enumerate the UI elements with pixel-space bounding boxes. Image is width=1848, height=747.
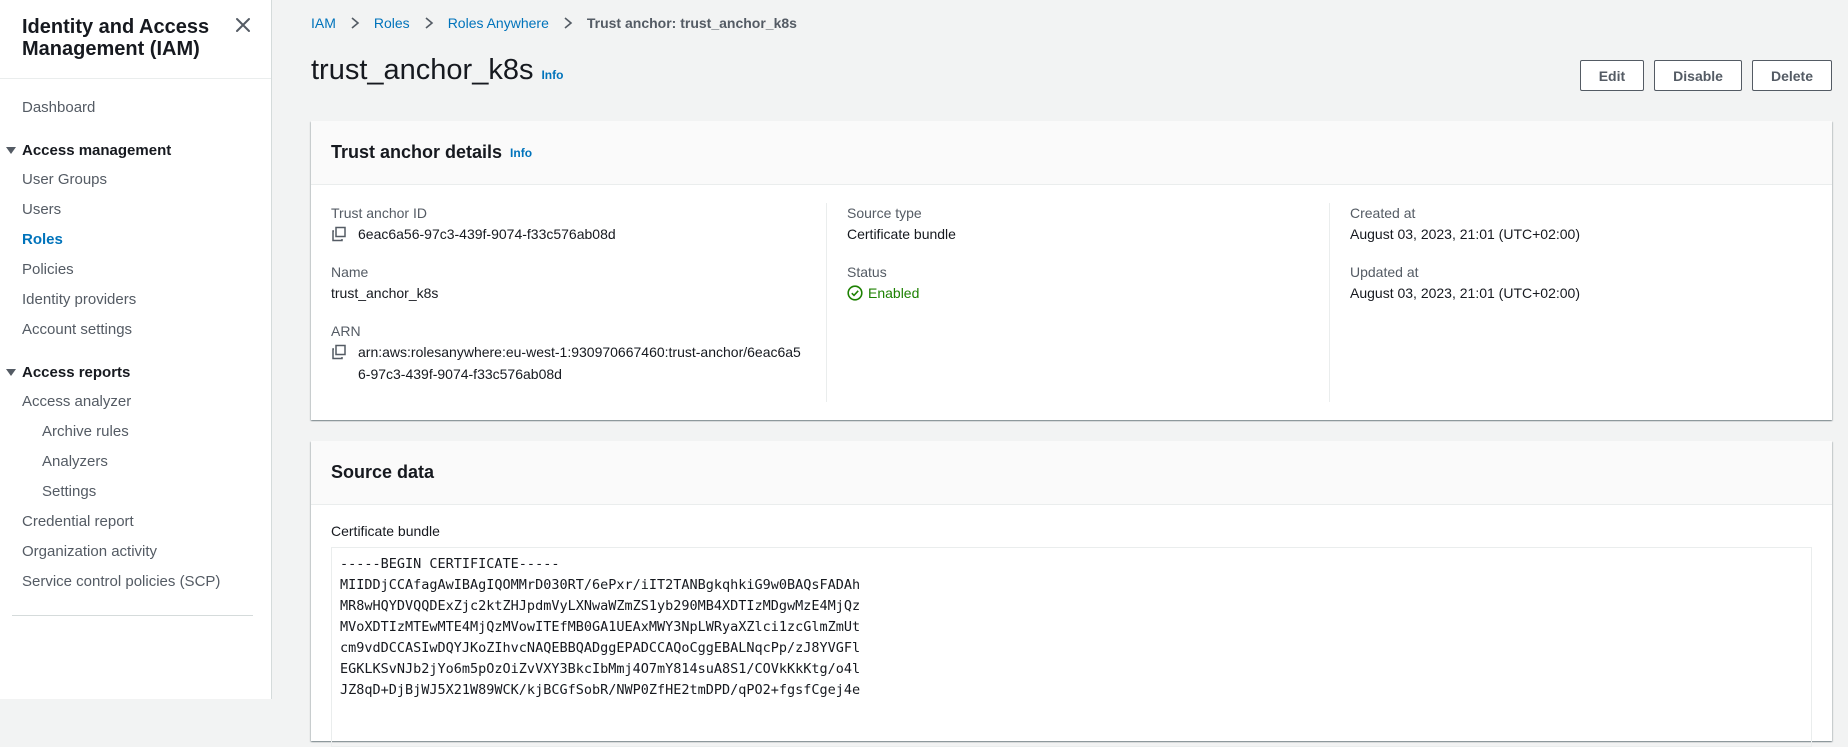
details-column-3: Created at August 03, 2023, 21:01 (UTC+0… xyxy=(1329,203,1832,402)
field-value-row: 6eac6a56-97c3-439f-9074-f33c576ab08d xyxy=(331,223,806,245)
panel-title: Trust anchor details xyxy=(331,142,503,162)
sidebar-nav: Dashboard Access management User Groups … xyxy=(0,79,271,616)
copy-icon[interactable] xyxy=(331,226,347,242)
field-label: Name xyxy=(331,264,369,280)
details-column-1: Trust anchor ID 6eac6a56-97c3-439f-9074-… xyxy=(311,203,826,402)
page-actions: Edit Disable Delete xyxy=(1579,60,1832,91)
chevron-right-icon xyxy=(425,17,433,29)
close-icon[interactable] xyxy=(233,15,253,35)
status-indicator: Enabled xyxy=(847,282,1309,304)
breadcrumb-current: Trust anchor: trust_anchor_k8s xyxy=(586,15,797,31)
panel-header: Source data xyxy=(311,441,1832,505)
chevron-right-icon xyxy=(564,17,573,29)
name-value: trust_anchor_k8s xyxy=(331,285,439,301)
details-column-2: Source type Certificate bundle Status En… xyxy=(826,203,1329,402)
page-title: trust_anchor_k8s xyxy=(311,54,534,86)
breadcrumb-roles[interactable]: Roles xyxy=(374,15,410,31)
trust-anchor-id-field: Trust anchor ID 6eac6a56-97c3-439f-9074-… xyxy=(331,203,806,245)
updated-at-value: August 03, 2023, 21:01 (UTC+02:00) xyxy=(1350,285,1580,301)
name-field: Name trust_anchor_k8s xyxy=(331,262,806,304)
sidebar-divider xyxy=(12,615,253,616)
breadcrumb-roles-anywhere[interactable]: Roles Anywhere xyxy=(448,15,549,31)
sidebar-item-settings[interactable]: Settings xyxy=(0,477,271,507)
source-type-field: Source type Certificate bundle xyxy=(847,203,1309,245)
field-label: Trust anchor ID xyxy=(331,205,427,221)
sidebar-item-archive-rules[interactable]: Archive rules xyxy=(0,417,271,447)
sidebar-section-label: Access reports xyxy=(22,363,131,381)
field-label: Source type xyxy=(847,205,922,221)
details-info-link[interactable]: Info xyxy=(510,146,532,160)
sidebar: Identity and Access Management (IAM) Das… xyxy=(0,0,272,699)
check-circle-icon xyxy=(847,285,863,301)
chevron-right-icon xyxy=(351,17,360,29)
delete-button[interactable]: Delete xyxy=(1751,60,1832,91)
sidebar-item-account-settings[interactable]: Account settings xyxy=(0,315,271,345)
certificate-line: MR8wHQYDVQQDExZjc2ktZHJpdmVyLXNwaWZmZS1y… xyxy=(340,598,861,614)
sidebar-item-identity-providers[interactable]: Identity providers xyxy=(0,285,271,315)
sidebar-section-access-management[interactable]: Access management xyxy=(0,135,271,165)
certificate-line: -----BEGIN CERTIFICATE----- xyxy=(340,556,560,572)
edit-button[interactable]: Edit xyxy=(1579,60,1645,91)
field-value-row: arn:aws:rolesanywhere:eu-west-1:93097066… xyxy=(331,341,806,385)
main-content: IAM Roles Roles Anywhere Trust anchor: t… xyxy=(273,0,1848,747)
sidebar-section-access-reports[interactable]: Access reports xyxy=(0,357,271,387)
sidebar-item-users[interactable]: Users xyxy=(0,195,271,225)
source-data-panel: Source data Certificate bundle -----BEGI… xyxy=(311,441,1832,747)
sidebar-header: Identity and Access Management (IAM) xyxy=(0,0,271,79)
arn-field: ARN arn:aws:rolesanywhere:eu-west-1:9309… xyxy=(331,321,806,385)
sidebar-item-credential-report[interactable]: Credential report xyxy=(0,507,271,537)
updated-at-field: Updated at August 03, 2023, 21:01 (UTC+0… xyxy=(1350,262,1812,304)
sidebar-item-access-analyzer[interactable]: Access analyzer xyxy=(0,387,271,417)
field-label: Status xyxy=(847,264,887,280)
certificate-line: JZ8qD+DjBjWJ5X21W89WCK/kjBCGfSobR/NWP0Zf… xyxy=(340,682,861,698)
sidebar-item-user-groups[interactable]: User Groups xyxy=(0,165,271,195)
field-label: ARN xyxy=(331,323,361,339)
breadcrumb-iam[interactable]: IAM xyxy=(311,15,336,31)
sidebar-item-scp[interactable]: Service control policies (SCP) xyxy=(0,567,271,597)
sidebar-section-label: Access management xyxy=(22,141,172,159)
field-label: Updated at xyxy=(1350,264,1419,280)
sidebar-item-policies[interactable]: Policies xyxy=(0,255,271,285)
status-value: Enabled xyxy=(868,285,920,301)
created-at-field: Created at August 03, 2023, 21:01 (UTC+0… xyxy=(1350,203,1812,245)
caret-down-icon xyxy=(6,147,16,154)
trust-anchor-details-panel: Trust anchor details Info Trust anchor I… xyxy=(311,121,1832,420)
page-header: trust_anchor_k8s Info xyxy=(311,54,563,87)
sidebar-item-organization-activity[interactable]: Organization activity xyxy=(0,537,271,567)
details-columns: Trust anchor ID 6eac6a56-97c3-439f-9074-… xyxy=(311,185,1832,402)
certificate-bundle-label: Certificate bundle xyxy=(331,523,440,539)
certificate-bundle-textarea[interactable]: -----BEGIN CERTIFICATE----- MIIDDjCCAfag… xyxy=(331,547,1812,747)
source-type-value: Certificate bundle xyxy=(847,226,956,242)
sidebar-item-analyzers[interactable]: Analyzers xyxy=(0,447,271,477)
certificate-line: MVoXDTIzMTEwMTE4MjQzMVowITEfMB0GA1UEAxMW… xyxy=(340,619,861,635)
breadcrumb: IAM Roles Roles Anywhere Trust anchor: t… xyxy=(311,15,797,31)
arn-value: arn:aws:rolesanywhere:eu-west-1:93097066… xyxy=(358,344,801,382)
panel-title: Source data xyxy=(331,462,435,482)
source-body: Certificate bundle -----BEGIN CERTIFICAT… xyxy=(311,505,1832,747)
copy-icon[interactable] xyxy=(331,344,347,360)
page-info-link[interactable]: Info xyxy=(541,68,563,82)
certificate-line: MIIDDjCCAfagAwIBAgIQOMMrD030RT/6ePxr/iIT… xyxy=(340,577,861,593)
sidebar-item-dashboard[interactable]: Dashboard xyxy=(0,93,271,123)
certificate-line: cm9vdDCCASIwDQYJKoZIhvcNAQEBBQADggEPADCC… xyxy=(340,640,861,656)
certificate-line: EGKLKSvNJb2jYo6m5pOzOiZvVXY3BkcIbMmj4O7m… xyxy=(340,661,861,677)
trust-anchor-id-value: 6eac6a56-97c3-439f-9074-f33c576ab08d xyxy=(358,226,616,242)
caret-down-icon xyxy=(6,369,16,376)
field-label: Created at xyxy=(1350,205,1416,221)
sidebar-item-roles[interactable]: Roles xyxy=(0,225,271,255)
disable-button[interactable]: Disable xyxy=(1654,60,1742,91)
panel-header: Trust anchor details Info xyxy=(311,121,1832,185)
sidebar-title: Identity and Access Management (IAM) xyxy=(22,16,210,60)
status-field: Status Enabled xyxy=(847,262,1309,304)
created-at-value: August 03, 2023, 21:01 (UTC+02:00) xyxy=(1350,226,1580,242)
